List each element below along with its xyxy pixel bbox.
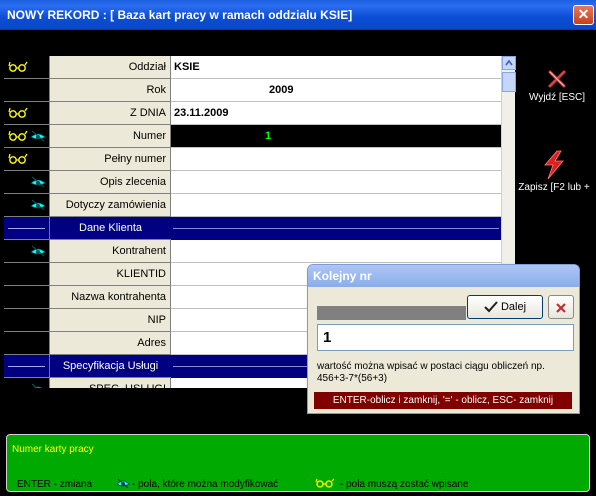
title-bar: NOWY REKORD : [ Baza kart pracy w ramach… bbox=[0, 0, 596, 30]
field-flags bbox=[4, 378, 50, 388]
exit-label: Wyjdź [ESC] bbox=[528, 92, 586, 103]
field-value[interactable] bbox=[171, 194, 501, 217]
field-row[interactable]: Oddział KSIE bbox=[4, 56, 501, 79]
next-button-label: Dalej bbox=[500, 301, 527, 313]
glasses-icon bbox=[8, 130, 28, 141]
eye-icon bbox=[116, 478, 130, 489]
close-button[interactable]: ✕ bbox=[573, 5, 594, 25]
field-value[interactable]: 2009 bbox=[171, 79, 501, 102]
dialog-title: Kolejny nr bbox=[308, 265, 579, 287]
next-number-dialog: Kolejny nr Dalej 1 wartość można wpisać … bbox=[307, 264, 580, 414]
field-row[interactable]: Dotyczy zamówienia bbox=[4, 194, 501, 217]
chevron-up-icon bbox=[505, 59, 513, 66]
field-flags bbox=[4, 194, 50, 217]
field-row[interactable]: Opis zlecenia bbox=[4, 171, 501, 194]
eye-icon bbox=[30, 130, 46, 142]
field-flags bbox=[4, 217, 50, 240]
field-label: SPEC_USLUGI bbox=[50, 378, 171, 388]
dialog-close-button[interactable] bbox=[548, 295, 574, 319]
scroll-up-button[interactable] bbox=[502, 56, 516, 70]
legend-enter: ENTER - zmiana bbox=[17, 479, 93, 490]
field-value[interactable]: KSIE bbox=[171, 56, 501, 79]
glasses-icon bbox=[8, 61, 28, 72]
field-value[interactable]: 23.11.2009 bbox=[171, 102, 501, 125]
glasses-icon bbox=[8, 107, 28, 118]
lightning-icon bbox=[544, 150, 564, 180]
dialog-hint: wartość można wpisać w postaci ciągu obl… bbox=[317, 361, 545, 384]
field-row[interactable]: Rok 2009 bbox=[4, 79, 501, 102]
checkmark-icon bbox=[484, 301, 498, 313]
field-flags bbox=[4, 171, 50, 194]
next-button[interactable]: Dalej bbox=[467, 295, 543, 319]
field-flags bbox=[4, 286, 50, 309]
field-flags bbox=[4, 240, 50, 263]
field-label: KLIENTID bbox=[50, 263, 171, 286]
exit-button[interactable]: Wyjdź [ESC] bbox=[522, 68, 592, 103]
window-title: NOWY REKORD : [ Baza kart pracy w ramach… bbox=[7, 8, 353, 22]
eye-icon bbox=[30, 176, 46, 188]
section-title: Specyfikacja Usługi bbox=[50, 355, 171, 378]
section-header-row: Dane Klienta bbox=[4, 217, 501, 240]
field-row[interactable]: Z DNIA 23.11.2009 bbox=[4, 102, 501, 125]
field-flags bbox=[4, 102, 50, 125]
glasses-icon bbox=[315, 478, 335, 488]
field-flags bbox=[4, 332, 50, 355]
glasses-icon bbox=[8, 153, 28, 164]
exit-icon bbox=[556, 303, 566, 313]
field-value[interactable] bbox=[171, 171, 501, 194]
eye-icon bbox=[30, 199, 46, 211]
field-label: Opis zlecenia bbox=[50, 171, 171, 194]
dialog-status-bar: ENTER-oblicz i zamknij, '=' - oblicz, ES… bbox=[314, 392, 572, 409]
number-input[interactable]: 1 bbox=[317, 324, 574, 351]
field-label: Oddział bbox=[50, 56, 171, 79]
section-title: Dane Klienta bbox=[50, 217, 171, 240]
field-label: Rok bbox=[50, 79, 171, 102]
field-label: NIP bbox=[50, 309, 171, 332]
legend-eye-text: - pola, które można modyfikować bbox=[132, 479, 279, 490]
field-value[interactable] bbox=[171, 148, 501, 171]
field-row[interactable]: Kontrahent bbox=[4, 240, 501, 263]
help-bar: Numer karty pracy ENTER - zmiana - pola,… bbox=[6, 434, 590, 492]
number-field-selected[interactable]: 1 bbox=[171, 125, 501, 148]
field-flags bbox=[4, 355, 50, 378]
field-value[interactable] bbox=[171, 240, 501, 263]
section-bar bbox=[171, 217, 501, 240]
dialog-progress-bar bbox=[317, 306, 466, 320]
field-row[interactable]: Pełny numer bbox=[4, 148, 501, 171]
field-label: Numer bbox=[50, 125, 171, 148]
field-label: Adres bbox=[50, 332, 171, 355]
scroll-thumb[interactable] bbox=[502, 72, 516, 92]
eye-icon bbox=[31, 383, 43, 388]
eye-icon bbox=[30, 245, 46, 257]
field-label: Dotyczy zamówienia bbox=[50, 194, 171, 217]
field-flags bbox=[4, 79, 50, 102]
field-flags bbox=[4, 56, 50, 79]
save-button[interactable]: Zapisz [F2 lub + bbox=[512, 150, 596, 193]
field-flags bbox=[4, 263, 50, 286]
save-label: Zapisz [F2 lub + bbox=[518, 182, 590, 193]
field-label: Nazwa kontrahenta bbox=[50, 286, 171, 309]
help-title: Numer karty pracy bbox=[12, 444, 94, 455]
field-flags bbox=[4, 125, 50, 148]
field-flags bbox=[4, 309, 50, 332]
exit-icon bbox=[548, 70, 566, 88]
field-label: Pełny numer bbox=[50, 148, 171, 171]
legend-glasses-text: - pola muszą zostać wpisane bbox=[340, 479, 469, 490]
field-label: Z DNIA bbox=[50, 102, 171, 125]
field-flags bbox=[4, 148, 50, 171]
field-row[interactable]: Numer 1 bbox=[4, 125, 501, 148]
field-label: Kontrahent bbox=[50, 240, 171, 263]
